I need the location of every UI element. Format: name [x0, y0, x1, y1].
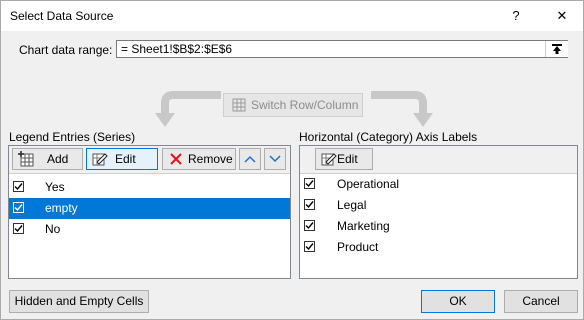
select-data-source-dialog: Select Data Source ? ✕ Chart data range:… [0, 0, 584, 320]
series-label: Yes [45, 180, 65, 194]
chart-data-range-label: Chart data range: [19, 43, 113, 57]
chevron-down-icon [269, 155, 281, 163]
list-item[interactable]: Legal [300, 195, 577, 216]
move-down-button[interactable] [264, 148, 286, 170]
category-checkbox[interactable] [304, 241, 315, 252]
switch-grid-icon [232, 98, 246, 112]
series-checkbox[interactable] [13, 223, 24, 234]
checkmark-icon [305, 201, 314, 209]
remove-series-button[interactable]: Remove [162, 148, 236, 170]
checkmark-icon [305, 222, 314, 230]
checkmark-icon [14, 204, 23, 212]
add-series-button[interactable]: Add [12, 148, 83, 170]
left-curved-arrow-icon [155, 91, 221, 127]
series-checkbox[interactable] [13, 202, 24, 213]
switch-row-column-label: Switch Row/Column [251, 98, 359, 112]
checkmark-icon [14, 183, 23, 191]
move-up-button[interactable] [239, 148, 261, 170]
category-label: Legal [337, 198, 367, 212]
right-curved-arrow-icon [371, 91, 433, 127]
close-icon[interactable]: ✕ [547, 5, 577, 27]
collapse-arrow-icon [552, 44, 562, 54]
list-item[interactable]: Yes [9, 177, 290, 198]
hidden-empty-cells-button[interactable]: Hidden and Empty Cells [9, 290, 149, 313]
add-series-label: Add [47, 152, 69, 166]
legend-entries-panel: Add Edit Remove Yes empty No [8, 145, 291, 279]
chart-data-range-input[interactable]: = Sheet1!$B$2:$E$6 [116, 40, 568, 58]
edit-axis-labels-button[interactable]: Edit [315, 148, 373, 170]
list-item[interactable]: Operational [300, 174, 577, 195]
dialog-title: Select Data Source [10, 9, 114, 23]
list-item[interactable]: Marketing [300, 216, 577, 237]
chevron-up-icon [244, 155, 256, 163]
edit-pencil-icon [321, 153, 337, 166]
axis-labels-header: Horizontal (Category) Axis Labels [299, 130, 478, 144]
legend-entries-header: Legend Entries (Series) [9, 130, 136, 144]
collapse-dialog-button[interactable] [545, 41, 568, 57]
remove-series-label: Remove [188, 152, 233, 166]
series-label: No [45, 222, 61, 236]
cancel-button[interactable]: Cancel [504, 290, 578, 313]
edit-axis-labels-label: Edit [337, 152, 358, 166]
help-icon[interactable]: ? [501, 5, 531, 27]
checkmark-icon [305, 243, 314, 251]
list-item[interactable]: No [9, 219, 290, 240]
checkmark-icon [305, 180, 314, 188]
add-grid-icon [18, 151, 34, 167]
edit-series-button[interactable]: Edit [86, 148, 158, 170]
ok-button[interactable]: OK [421, 290, 495, 313]
category-label: Marketing [337, 219, 390, 233]
category-checkbox[interactable] [304, 220, 315, 231]
category-checkbox[interactable] [304, 178, 315, 189]
series-label: empty [45, 201, 78, 215]
edit-series-label: Edit [115, 152, 136, 166]
category-label: Operational [337, 177, 400, 191]
title-bar: Select Data Source ? ✕ [1, 1, 583, 31]
axis-labels-panel: Edit Operational Legal Marketing Product [299, 145, 578, 279]
list-item[interactable]: empty [9, 198, 290, 219]
switch-row-column-button[interactable]: Switch Row/Column [223, 93, 363, 117]
list-item[interactable]: Product [300, 237, 577, 258]
edit-pencil-icon [92, 153, 108, 166]
axis-toolbar: Edit [300, 146, 577, 174]
checkmark-icon [14, 225, 23, 233]
category-checkbox[interactable] [304, 199, 315, 210]
series-checkbox[interactable] [13, 181, 24, 192]
remove-x-icon [170, 153, 182, 165]
category-label: Product [337, 240, 379, 254]
legend-toolbar: Add Edit Remove [9, 146, 290, 174]
